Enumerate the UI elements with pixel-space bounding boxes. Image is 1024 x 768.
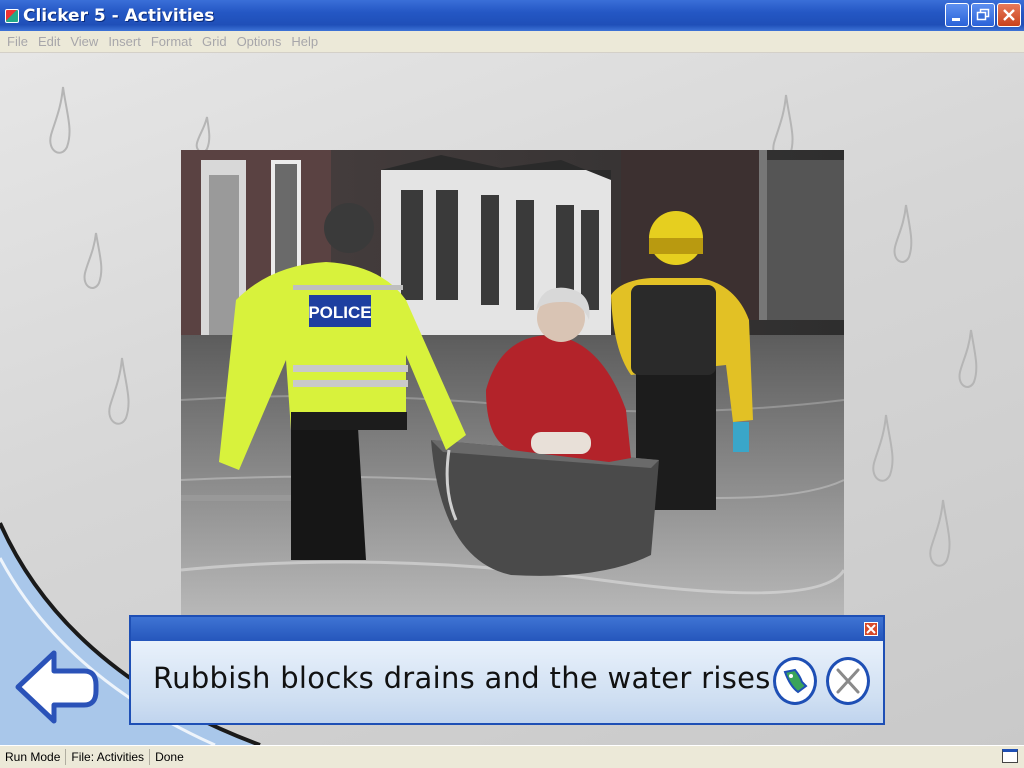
menu-grid[interactable]: Grid [197, 34, 232, 49]
sentence-panel-body: Rubbish blocks drains and the water rise… [131, 641, 883, 723]
speak-button[interactable] [773, 657, 817, 705]
clicker-app-icon[interactable] [5, 8, 19, 23]
status-file: File: Activities [66, 749, 151, 765]
minimize-icon [952, 18, 960, 21]
title-bar[interactable]: Clicker 5 - Activities [0, 0, 1024, 31]
raindrop-decoration [893, 204, 913, 263]
sentence-panel-close-button[interactable] [864, 622, 878, 636]
cancel-icon [834, 666, 862, 696]
raindrop-decoration [872, 414, 894, 482]
cancel-button[interactable] [826, 657, 870, 705]
restore-button[interactable] [971, 3, 995, 27]
sentence-panel-titlebar [131, 617, 883, 641]
menu-insert[interactable]: Insert [103, 34, 146, 49]
sentence-panel: Rubbish blocks drains and the water rise… [129, 615, 885, 725]
menu-help[interactable]: Help [286, 34, 323, 49]
back-arrow-icon [15, 650, 99, 724]
close-button[interactable] [997, 3, 1021, 27]
sentence-text: Rubbish blocks drains and the water rise… [153, 661, 781, 695]
close-icon [1003, 9, 1015, 21]
window-title: Clicker 5 - Activities [23, 5, 215, 26]
police-badge-text: POLICE [308, 303, 371, 322]
speak-icon [783, 668, 808, 694]
raindrop-decoration [49, 86, 71, 154]
restore-icon [976, 8, 990, 21]
window-mode-icon[interactable] [1002, 749, 1018, 763]
menu-view[interactable]: View [65, 34, 103, 49]
status-mode: Run Mode [0, 749, 67, 765]
raindrop-decoration [83, 232, 103, 289]
window-controls [945, 3, 1021, 27]
raindrop-decoration [929, 499, 951, 567]
raindrop-decoration [195, 116, 211, 153]
activity-photo[interactable]: POLICE [181, 150, 844, 618]
menu-bar: File Edit View Insert Format Grid Option… [0, 31, 1024, 53]
close-icon [866, 624, 876, 634]
menu-options[interactable]: Options [232, 34, 287, 49]
status-bar: Run Mode File: Activities Done [0, 745, 1024, 768]
menu-file[interactable]: File [2, 34, 33, 49]
raindrop-decoration [108, 357, 130, 425]
activity-canvas: POLICE Rubbish blocks drains and the wat… [0, 53, 1024, 745]
back-button[interactable] [14, 647, 100, 725]
raindrop-decoration [958, 329, 978, 388]
minimize-button[interactable] [945, 3, 969, 27]
flood-rescue-illustration: POLICE [181, 150, 844, 618]
status-state: Done [155, 750, 184, 764]
menu-format[interactable]: Format [146, 34, 197, 49]
menu-edit[interactable]: Edit [33, 34, 65, 49]
